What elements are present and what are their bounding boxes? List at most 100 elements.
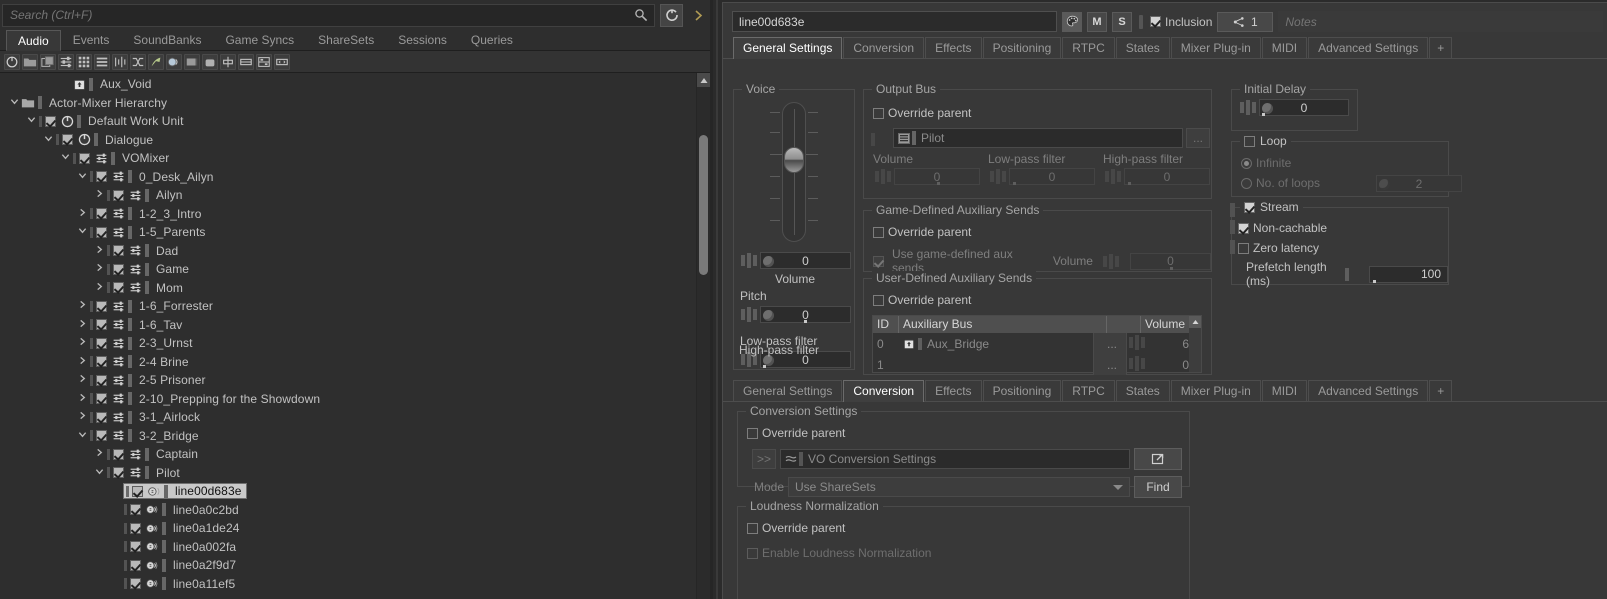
output-lowpass-field[interactable]: 0 xyxy=(1009,168,1095,185)
tree-row[interactable]: Actor-Mixer Hierarchy xyxy=(0,94,696,113)
tree-row-checkbox[interactable] xyxy=(130,522,141,534)
music-track-icon[interactable] xyxy=(202,53,218,70)
tree-row-checkbox[interactable] xyxy=(96,374,107,386)
user-aux-override-row[interactable]: Override parent xyxy=(873,293,971,307)
tree-row-grip[interactable] xyxy=(106,467,111,479)
tab-midi[interactable]: MIDI xyxy=(1261,380,1308,401)
chevron-down-icon[interactable] xyxy=(42,134,55,146)
music-segment-icon[interactable] xyxy=(184,53,200,70)
tree-row-grip[interactable] xyxy=(38,115,43,127)
tree-row-checkbox[interactable] xyxy=(113,467,124,479)
sharesets-button[interactable]: 1 xyxy=(1217,11,1274,32)
scroll-up-button[interactable] xyxy=(697,73,710,87)
tree-row-checkbox[interactable] xyxy=(96,393,107,405)
list-icon[interactable] xyxy=(94,53,110,70)
tree-row-grip[interactable] xyxy=(89,208,94,220)
zero-latency-checkbox[interactable] xyxy=(1238,242,1249,254)
tab-states[interactable]: States xyxy=(1115,380,1170,401)
actor-mixer-icon[interactable] xyxy=(58,53,74,70)
chevron-right-icon[interactable] xyxy=(76,374,89,386)
tab-conversion[interactable]: Conversion xyxy=(843,37,925,58)
tree-row[interactable]: 2-4 Brine xyxy=(0,353,696,372)
tab-mixer-plug-in[interactable]: Mixer Plug-in xyxy=(1170,380,1261,401)
aux-row-browse[interactable]: ... xyxy=(1093,354,1127,375)
tree-row[interactable]: Ailyn xyxy=(0,186,696,205)
tree-row-grip[interactable] xyxy=(89,171,94,183)
tree-row-checkbox[interactable] xyxy=(45,115,56,127)
initial-delay-field[interactable]: 0 xyxy=(1259,99,1349,116)
tree-row[interactable]: Game xyxy=(0,260,696,279)
output-highpass-field[interactable]: 0 xyxy=(1124,168,1210,185)
tab-positioning[interactable]: Positioning xyxy=(982,37,1062,58)
aux-row-bus[interactable] xyxy=(899,354,1093,375)
tree-row[interactable]: line0a1de24 xyxy=(0,519,696,538)
tree-row[interactable]: 1-2_3_Intro xyxy=(0,205,696,224)
tree-row-grip[interactable] xyxy=(106,263,111,275)
pitch-slider-grip[interactable] xyxy=(739,306,759,323)
object-name-input[interactable] xyxy=(732,11,1057,32)
inclusion-checkbox[interactable] xyxy=(1150,16,1161,27)
loop-count-radio[interactable] xyxy=(1241,177,1252,189)
tree-row[interactable]: line0a002fa xyxy=(0,538,696,557)
tree-row[interactable]: Captain xyxy=(0,445,696,464)
chevron-right-icon[interactable] xyxy=(93,282,106,294)
chevron-down-icon[interactable] xyxy=(25,115,38,127)
game-aux-override-row[interactable]: Override parent xyxy=(873,225,971,239)
tree-row-grip[interactable] xyxy=(89,374,94,386)
stream-checkbox[interactable] xyxy=(1244,201,1255,213)
tree-row[interactable]: Mom xyxy=(0,279,696,298)
use-game-aux-checkbox[interactable] xyxy=(873,255,884,267)
voice-volume-fader[interactable] xyxy=(782,102,806,242)
expand-panel-button[interactable] xyxy=(688,3,708,27)
explorer-tab-queries[interactable]: Queries xyxy=(458,29,525,50)
game-aux-volume-field[interactable]: 0 xyxy=(1129,252,1211,270)
tree-row[interactable]: line0a0c2bd xyxy=(0,501,696,520)
loop-checkbox-row[interactable]: Loop xyxy=(1240,134,1291,148)
tree-row-grip[interactable] xyxy=(89,393,94,405)
loop-infinite-row[interactable]: Infinite xyxy=(1241,156,1291,170)
tab-general-settings[interactable]: General Settings xyxy=(733,37,843,59)
grid-icon[interactable] xyxy=(76,53,92,70)
loudness-enable-row[interactable]: Enable Loudness Normalization xyxy=(747,546,931,560)
tree-row-grip[interactable] xyxy=(123,578,128,590)
tab-[interactable]: + xyxy=(1429,380,1453,401)
prefetch-field[interactable]: 100 xyxy=(1368,265,1448,283)
tab-[interactable]: + xyxy=(1429,37,1453,58)
conversion-override-checkbox[interactable] xyxy=(747,427,758,439)
tree-row-checkbox[interactable] xyxy=(96,356,107,368)
tree-row-checkbox[interactable] xyxy=(79,152,90,164)
tree-row-grip[interactable] xyxy=(55,134,60,146)
user-aux-override-checkbox[interactable] xyxy=(873,294,884,306)
tree-row-grip[interactable] xyxy=(123,541,128,553)
non-cachable-row[interactable]: Non-cachable xyxy=(1238,221,1327,235)
aux-row-bus[interactable]: Aux_Bridge xyxy=(899,333,1093,354)
folder-icon[interactable] xyxy=(22,53,38,70)
tree-row-checkbox[interactable] xyxy=(96,208,107,220)
conversion-expand-button[interactable]: >> xyxy=(752,449,776,469)
tab-advanced-settings[interactable]: Advanced Settings xyxy=(1308,37,1429,58)
tree-row[interactable]: 1-6_Forrester xyxy=(0,297,696,316)
chevron-down-icon[interactable] xyxy=(93,467,106,479)
chevron-right-icon[interactable] xyxy=(93,448,106,460)
sound-sfx-icon[interactable] xyxy=(166,53,182,70)
volume-slider-grip[interactable] xyxy=(739,252,759,269)
scrollbar-thumb[interactable] xyxy=(699,135,708,275)
pitch-knob[interactable] xyxy=(763,310,774,321)
chevron-right-icon[interactable] xyxy=(93,189,106,201)
loop-count-row[interactable]: No. of loops xyxy=(1241,176,1320,190)
tree-row[interactable]: 2-3_Urnst xyxy=(0,334,696,353)
loop-infinite-radio[interactable] xyxy=(1241,157,1252,169)
notes-input[interactable] xyxy=(1278,11,1603,32)
tree-row-grip[interactable] xyxy=(89,226,94,238)
tab-mixer-plug-in[interactable]: Mixer Plug-in xyxy=(1170,37,1261,58)
chevron-right-icon[interactable] xyxy=(76,337,89,349)
tree-row-checkbox[interactable] xyxy=(96,171,107,183)
chevron-down-icon[interactable] xyxy=(59,152,72,164)
tab-conversion[interactable]: Conversion xyxy=(843,380,925,402)
volume-knob[interactable] xyxy=(763,256,774,267)
output-bus-override-row[interactable]: Override parent xyxy=(873,106,971,120)
chevron-right-icon[interactable] xyxy=(76,319,89,331)
chevron-right-icon[interactable] xyxy=(93,263,106,275)
tree-row-checkbox[interactable] xyxy=(130,504,141,516)
tree-row-checkbox[interactable] xyxy=(130,541,141,553)
